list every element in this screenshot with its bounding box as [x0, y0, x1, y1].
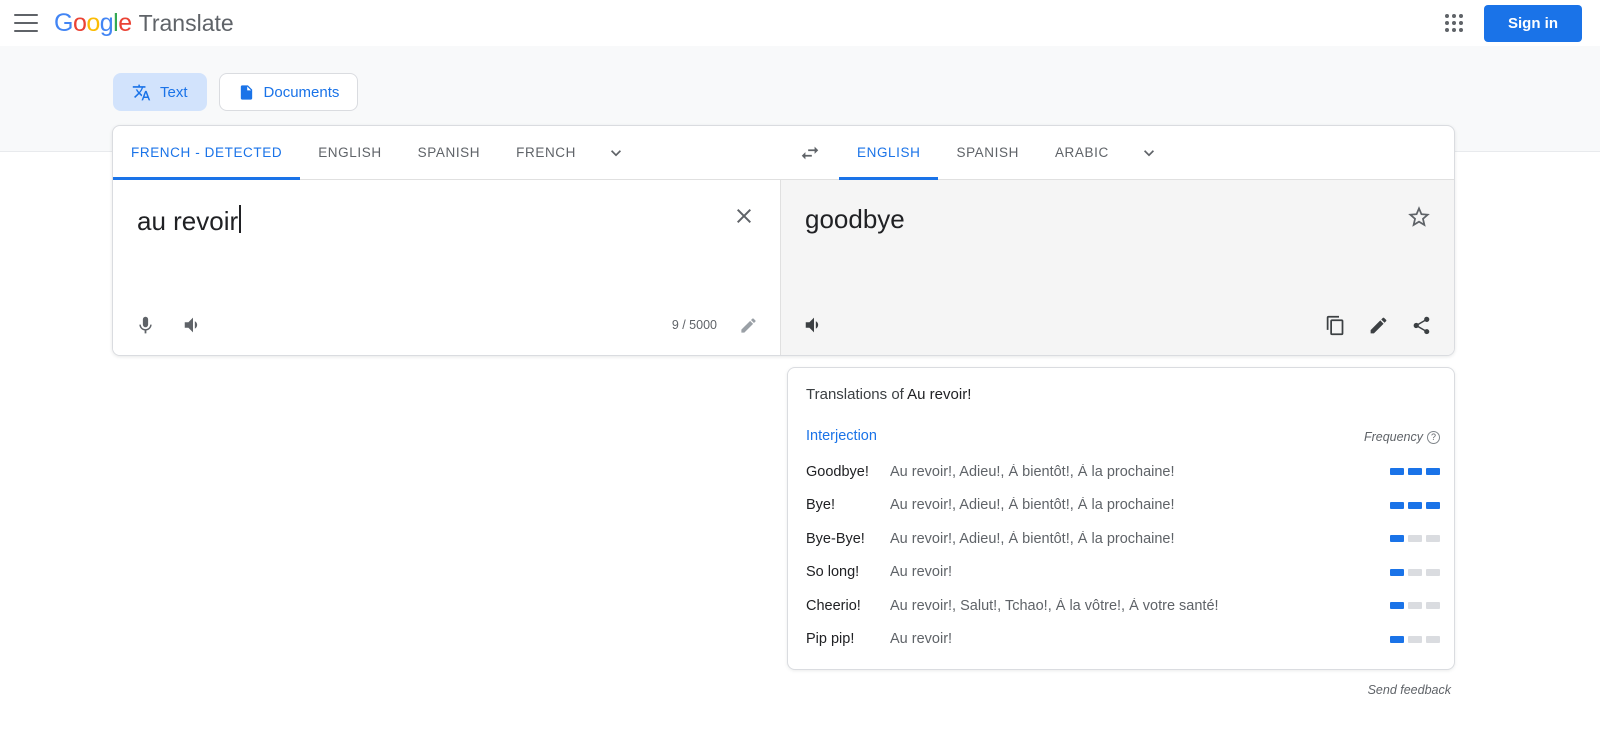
- swap-languages-icon: [801, 146, 819, 159]
- frequency-legend: Frequency ?: [1364, 430, 1440, 444]
- frequency-meter: [1390, 568, 1440, 576]
- target-more-languages-chevron-down-icon[interactable]: [1127, 126, 1171, 179]
- frequency-meter: [1390, 501, 1440, 509]
- translation-term: So long!: [806, 564, 860, 581]
- character-count: 9 / 5000: [671, 318, 717, 332]
- mode-chip-documents-label: Documents: [263, 83, 340, 101]
- copy-icon: [1326, 315, 1344, 335]
- translations-title-query: Au revoir!: [907, 386, 972, 403]
- translations-title-prefix: Translations of: [806, 386, 908, 403]
- copy-translation-button[interactable]: [1325, 315, 1346, 336]
- star-outline-icon: [1408, 206, 1430, 227]
- table-row[interactable]: So long! Au revoir!: [788, 556, 1454, 590]
- translations-row-list: Goodbye! Au revoir!, Adieu!, À bientôt!,…: [788, 455, 1454, 656]
- source-textarea[interactable]: au revoir: [137, 202, 241, 238]
- text-cursor: [239, 205, 241, 233]
- speaker-icon: [184, 317, 198, 333]
- back-translations: Au revoir!, Adieu!, À bientôt!, À la pro…: [890, 463, 1175, 480]
- share-translation-button[interactable]: [1411, 315, 1432, 336]
- language-bar: FRENCH - DETECTED ENGLISH SPANISH FRENCH…: [113, 126, 1454, 180]
- source-more-languages-chevron-down-icon[interactable]: [594, 126, 638, 179]
- translated-text: goodbye: [805, 204, 905, 234]
- back-translations: Au revoir!, Adieu!, À bientôt!, À la pro…: [890, 530, 1175, 547]
- close-icon: [737, 209, 751, 223]
- hamburger-menu-icon[interactable]: [14, 14, 38, 32]
- source-lang-tab-spanish[interactable]: SPANISH: [400, 126, 498, 179]
- target-pane-footer: [781, 295, 1454, 355]
- target-language-selector: ENGLISH SPANISH ARABIC: [839, 126, 1454, 180]
- table-row[interactable]: Bye-Bye! Au revoir!, Adieu!, À bientôt!,…: [788, 522, 1454, 556]
- translation-term: Bye-Bye!: [806, 530, 865, 547]
- frequency-meter: [1390, 468, 1440, 476]
- target-lang-tab-english[interactable]: ENGLISH: [839, 126, 939, 180]
- table-row[interactable]: Pip pip! Au revoir!: [788, 623, 1454, 657]
- source-pane[interactable]: au revoir 9 / 5000: [113, 180, 781, 355]
- google-logo: Google: [54, 8, 132, 37]
- source-language-selector: FRENCH - DETECTED ENGLISH SPANISH FRENCH: [113, 126, 781, 180]
- source-text-value: au revoir: [137, 206, 239, 236]
- brand-logo[interactable]: Google Translate: [54, 9, 234, 38]
- translation-term: Goodbye!: [806, 463, 869, 480]
- clear-source-text-button[interactable]: [732, 204, 756, 228]
- swap-languages-button[interactable]: [781, 126, 839, 179]
- table-row[interactable]: Cheerio! Au revoir!, Salut!, Tchao!, À l…: [788, 589, 1454, 623]
- frequency-meter: [1390, 602, 1440, 610]
- target-lang-tab-arabic[interactable]: ARABIC: [1037, 126, 1127, 179]
- top-navigation-bar: Google Translate Sign in: [0, 0, 1600, 46]
- edit-pencil-icon: [1370, 317, 1387, 333]
- target-listen-button[interactable]: [803, 314, 825, 336]
- part-of-speech-label[interactable]: Interjection: [806, 428, 877, 444]
- back-translations: Au revoir!: [890, 631, 953, 648]
- frequency-meter: [1390, 535, 1440, 543]
- translator-card: FRENCH - DETECTED ENGLISH SPANISH FRENCH…: [112, 125, 1455, 356]
- mode-chip-text-label: Text: [160, 83, 188, 101]
- source-pane-footer: 9 / 5000: [113, 295, 780, 355]
- back-translations: Au revoir!, Adieu!, À bientôt!, À la pro…: [890, 497, 1175, 514]
- product-name: Translate: [138, 9, 234, 36]
- save-translation-button[interactable]: [1406, 204, 1432, 230]
- top-bar-actions: Sign in: [1444, 0, 1582, 46]
- translation-term: Pip pip!: [806, 631, 855, 648]
- back-translations: Au revoir!: [890, 564, 953, 581]
- source-lang-tab-french[interactable]: FRENCH: [498, 126, 594, 179]
- frequency-meter: [1390, 635, 1440, 643]
- back-translations: Au revoir!, Salut!, Tchao!, À la vôtre!,…: [890, 597, 1219, 614]
- translation-term: Cheerio!: [806, 597, 861, 614]
- source-handwriting-button[interactable]: [739, 316, 758, 335]
- help-question-icon[interactable]: ?: [1427, 430, 1440, 444]
- frequency-legend-label: Frequency: [1363, 430, 1423, 444]
- mode-chip-text[interactable]: Text: [113, 73, 207, 111]
- source-listen-button[interactable]: [182, 314, 204, 336]
- source-lang-tab-detected[interactable]: FRENCH - DETECTED: [113, 126, 301, 180]
- target-pane: goodbye: [781, 180, 1454, 355]
- handwriting-pencil-icon: [741, 317, 756, 333]
- translations-card-title: Translations of Au revoir!: [806, 386, 971, 403]
- table-row[interactable]: Bye! Au revoir!, Adieu!, À bientôt!, À l…: [788, 489, 1454, 523]
- speaker-icon: [805, 317, 819, 333]
- source-lang-tab-english[interactable]: ENGLISH: [300, 126, 399, 179]
- google-apps-grid-icon[interactable]: [1444, 13, 1464, 33]
- send-feedback-link[interactable]: Send feedback: [787, 683, 1455, 697]
- microphone-icon: [139, 316, 152, 333]
- mode-chip-group: Text Documents: [113, 73, 359, 111]
- edit-translation-button[interactable]: [1368, 315, 1389, 336]
- document-icon: [240, 84, 252, 100]
- translation-panes: au revoir 9 / 5000 goodbye: [113, 180, 1454, 355]
- table-row[interactable]: Goodbye! Au revoir!, Adieu!, À bientôt!,…: [788, 455, 1454, 489]
- translate-text-icon: [132, 84, 151, 100]
- translations-card: Translations of Au revoir! Interjection …: [787, 367, 1455, 670]
- target-lang-tab-spanish[interactable]: SPANISH: [938, 126, 1036, 179]
- mode-chip-documents[interactable]: Documents: [218, 73, 359, 111]
- source-microphone-button[interactable]: [135, 315, 156, 336]
- translation-term: Bye!: [806, 497, 836, 514]
- share-icon: [1413, 316, 1430, 334]
- sign-in-button[interactable]: Sign in: [1484, 4, 1582, 42]
